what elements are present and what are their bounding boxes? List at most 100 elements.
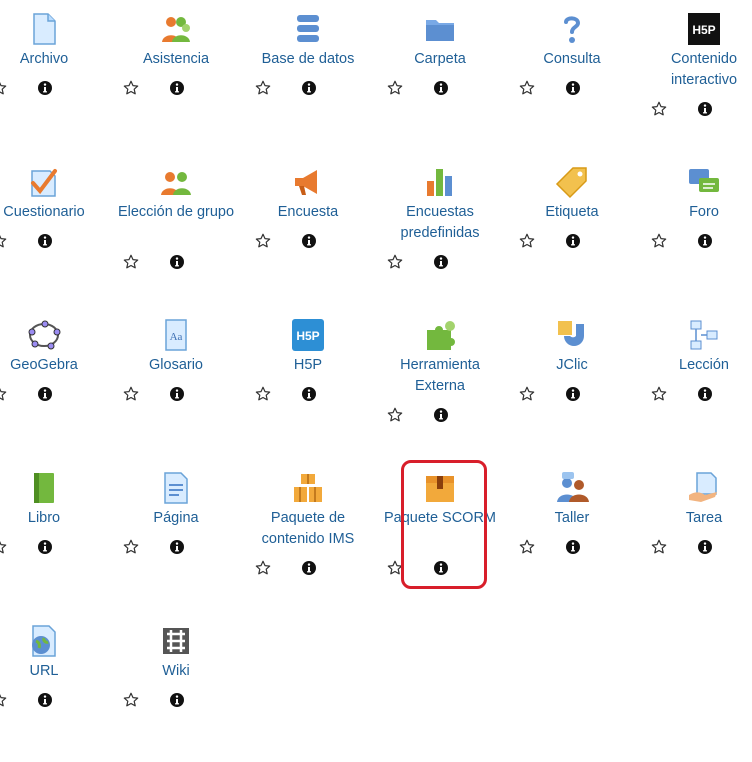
star-icon[interactable] [123,386,139,402]
star-icon[interactable] [255,560,271,576]
info-icon[interactable] [697,539,713,555]
activity-label[interactable]: Libro [0,508,110,529]
star-icon[interactable] [255,386,271,402]
star-icon[interactable] [651,101,667,117]
activity-label[interactable]: Lección [638,355,752,376]
activity-label[interactable]: Cuestionario [0,202,110,223]
star-icon[interactable] [651,233,667,249]
star-icon[interactable] [387,407,403,423]
info-icon[interactable] [565,539,581,555]
star-icon[interactable] [123,539,139,555]
activity-tile-asistencia[interactable]: Asistencia [110,0,242,150]
info-icon[interactable] [301,233,317,249]
activity-label[interactable]: Contenido interactivo [638,49,752,91]
star-icon[interactable] [519,233,535,249]
activity-tile-libro[interactable]: Libro [0,459,110,609]
info-icon[interactable] [301,560,317,576]
info-icon[interactable] [169,692,185,708]
star-icon[interactable] [519,80,535,96]
info-icon[interactable] [301,386,317,402]
activity-tile-eleccion-de-grupo[interactable]: Elección de grupo [110,153,242,303]
star-icon[interactable] [387,80,403,96]
star-icon[interactable] [519,386,535,402]
activity-tile-paquete-de-contenido-ims[interactable]: Paquete de contenido IMS [242,459,374,609]
star-icon[interactable] [123,692,139,708]
info-icon[interactable] [697,233,713,249]
info-icon[interactable] [37,233,53,249]
star-icon[interactable] [0,233,7,249]
info-icon[interactable] [433,80,449,96]
star-icon[interactable] [255,80,271,96]
info-icon[interactable] [433,254,449,270]
activity-label[interactable]: Herramienta Externa [374,355,506,397]
activity-label[interactable]: URL [0,661,110,682]
activity-label[interactable]: Taller [506,508,638,529]
activity-tile-cuestionario[interactable]: Cuestionario [0,153,110,303]
activity-tile-etiqueta[interactable]: Etiqueta [506,153,638,303]
info-icon[interactable] [301,80,317,96]
activity-label[interactable]: Base de datos [242,49,374,70]
star-icon[interactable] [0,692,7,708]
activity-label[interactable]: Encuesta [242,202,374,223]
info-icon[interactable] [433,407,449,423]
activity-tile-url[interactable]: URL [0,612,110,762]
info-icon[interactable] [37,80,53,96]
activity-label[interactable]: H5P [242,355,374,376]
star-icon[interactable] [123,254,139,270]
activity-label[interactable]: Archivo [0,49,110,70]
activity-tile-taller[interactable]: Taller [506,459,638,609]
activity-label[interactable]: Carpeta [374,49,506,70]
activity-label[interactable]: Asistencia [110,49,242,70]
info-icon[interactable] [565,233,581,249]
info-icon[interactable] [169,254,185,270]
activity-tile-wiki[interactable]: Wiki [110,612,242,762]
activity-tile-carpeta[interactable]: Carpeta [374,0,506,150]
info-icon[interactable] [169,386,185,402]
info-icon[interactable] [37,386,53,402]
activity-tile-encuesta[interactable]: Encuesta [242,153,374,303]
star-icon[interactable] [123,80,139,96]
activity-tile-contenido-interactivo[interactable]: H5P Contenido interactivo [638,0,752,150]
info-icon[interactable] [565,80,581,96]
activity-tile-jclic[interactable]: JClic [506,306,638,456]
activity-tile-archivo[interactable]: Archivo [0,0,110,150]
star-icon[interactable] [255,233,271,249]
star-icon[interactable] [651,539,667,555]
star-icon[interactable] [387,254,403,270]
star-icon[interactable] [0,386,7,402]
info-icon[interactable] [169,539,185,555]
activity-label[interactable]: Glosario [110,355,242,376]
activity-label[interactable]: Encuestas predefinidas [374,202,506,244]
activity-tile-foro[interactable]: Foro [638,153,752,303]
activity-tile-tarea[interactable]: Tarea [638,459,752,609]
star-icon[interactable] [0,539,7,555]
activity-tile-pagina[interactable]: Página [110,459,242,609]
info-icon[interactable] [37,692,53,708]
info-icon[interactable] [697,101,713,117]
activity-label[interactable]: Etiqueta [506,202,638,223]
activity-tile-herramienta-externa[interactable]: Herramienta Externa [374,306,506,456]
activity-label[interactable]: Consulta [506,49,638,70]
info-icon[interactable] [697,386,713,402]
activity-tile-encuestas-predefinidas[interactable]: Encuestas predefinidas [374,153,506,303]
activity-tile-glosario[interactable]: Aa Glosario [110,306,242,456]
star-icon[interactable] [651,386,667,402]
activity-tile-consulta[interactable]: Consulta [506,0,638,150]
activity-label[interactable]: Página [110,508,242,529]
activity-label[interactable]: Elección de grupo [110,202,242,223]
activity-tile-geogebra[interactable]: GeoGebra [0,306,110,456]
activity-label[interactable]: Paquete de contenido IMS [242,508,374,550]
star-icon[interactable] [519,539,535,555]
activity-label[interactable]: Foro [638,202,752,223]
activity-label[interactable]: Wiki [110,661,242,682]
activity-tile-leccion[interactable]: Lección [638,306,752,456]
activity-label[interactable]: JClic [506,355,638,376]
activity-label[interactable]: GeoGebra [0,355,110,376]
activity-tile-base-de-datos[interactable]: Base de datos [242,0,374,150]
info-icon[interactable] [37,539,53,555]
star-icon[interactable] [0,80,7,96]
info-icon[interactable] [565,386,581,402]
info-icon[interactable] [169,80,185,96]
activity-tile-h5p[interactable]: H5P H5P [242,306,374,456]
activity-label[interactable]: Tarea [638,508,752,529]
